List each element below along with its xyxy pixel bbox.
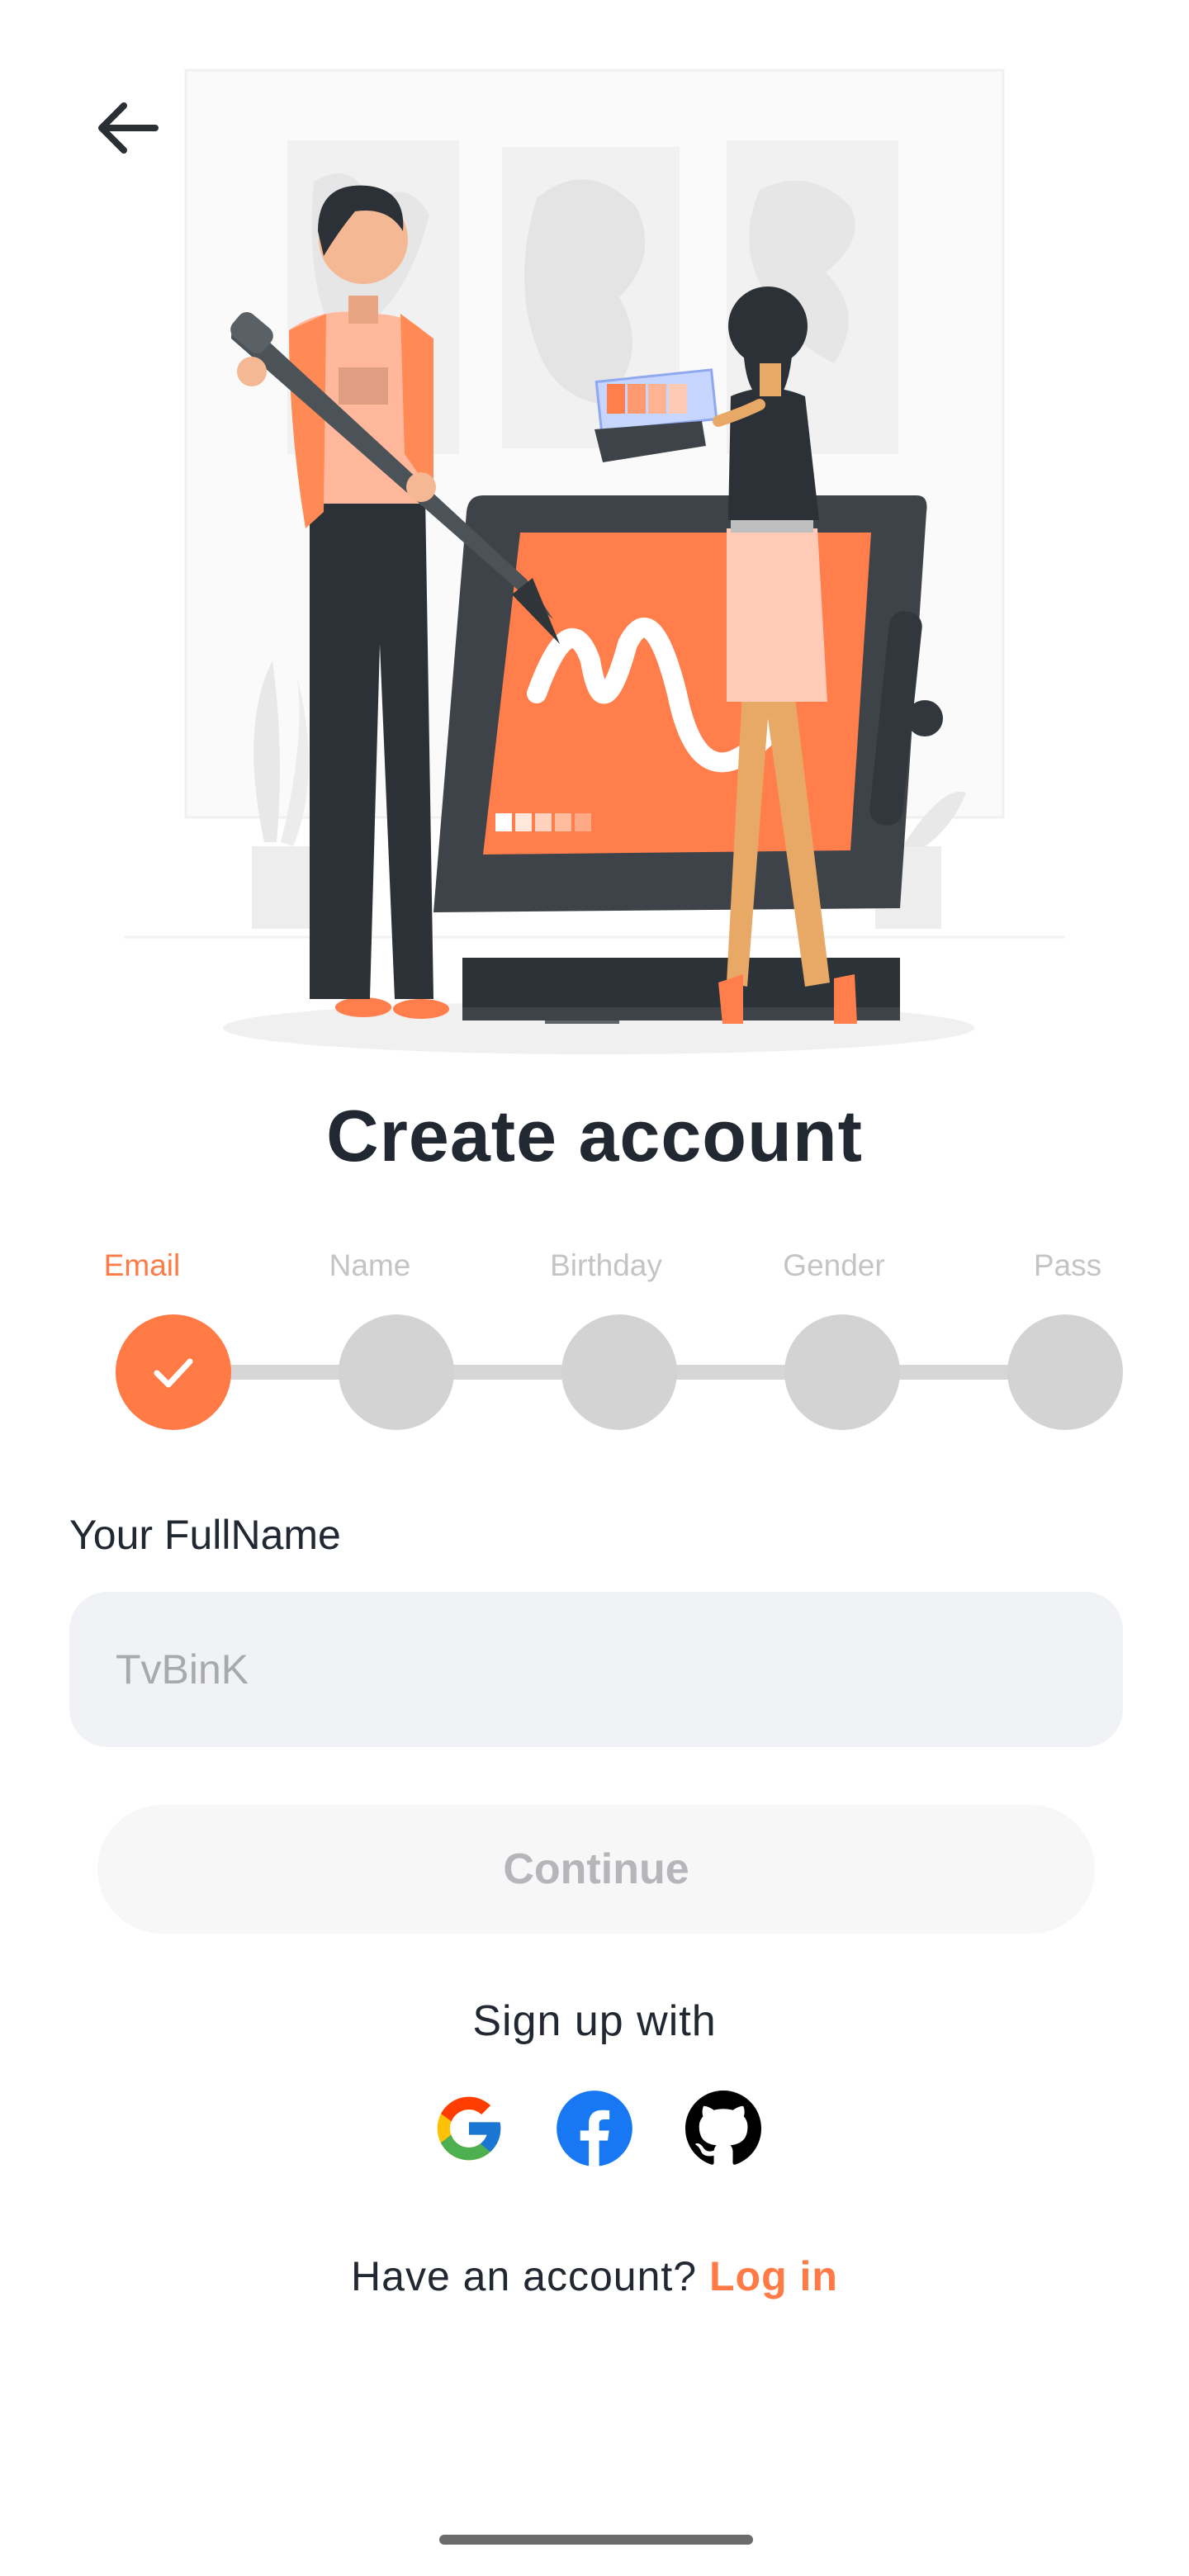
- step-label-email: Email: [103, 1248, 181, 1282]
- home-indicator[interactable]: [439, 2535, 753, 2545]
- signup-with-text: Sign up with: [472, 1997, 717, 2045]
- page-title: Create account: [326, 1095, 863, 1177]
- step-label-pass: Pass: [1033, 1248, 1102, 1282]
- step-label-birthday: Birthday: [550, 1248, 662, 1282]
- continue-button[interactable]: Continue: [97, 1805, 1095, 1934]
- step-circle-birthday: [561, 1314, 677, 1430]
- facebook-signup-button[interactable]: [553, 2087, 636, 2170]
- facebook-icon: [557, 2091, 632, 2166]
- google-icon: [437, 2096, 501, 2161]
- login-link[interactable]: Log in: [709, 2253, 838, 2299]
- step-label-gender: Gender: [783, 1248, 885, 1282]
- hero-illustration: [107, 66, 1082, 1057]
- step-circle-gender: [784, 1314, 900, 1430]
- check-icon: [154, 1358, 193, 1388]
- fullname-label: Your FullName: [69, 1512, 341, 1558]
- step-label-name: Name: [329, 1248, 411, 1282]
- login-row: Have an account? Log in: [0, 2252, 1189, 2300]
- github-signup-button[interactable]: [682, 2087, 765, 2170]
- github-icon: [685, 2091, 761, 2165]
- step-circle-email: [116, 1314, 231, 1430]
- fullname-input[interactable]: [69, 1592, 1123, 1747]
- google-signup-button[interactable]: [428, 2087, 510, 2170]
- login-prompt: Have an account?: [351, 2253, 698, 2299]
- step-circle-name: [339, 1314, 454, 1430]
- step-circle-pass: [1007, 1314, 1123, 1430]
